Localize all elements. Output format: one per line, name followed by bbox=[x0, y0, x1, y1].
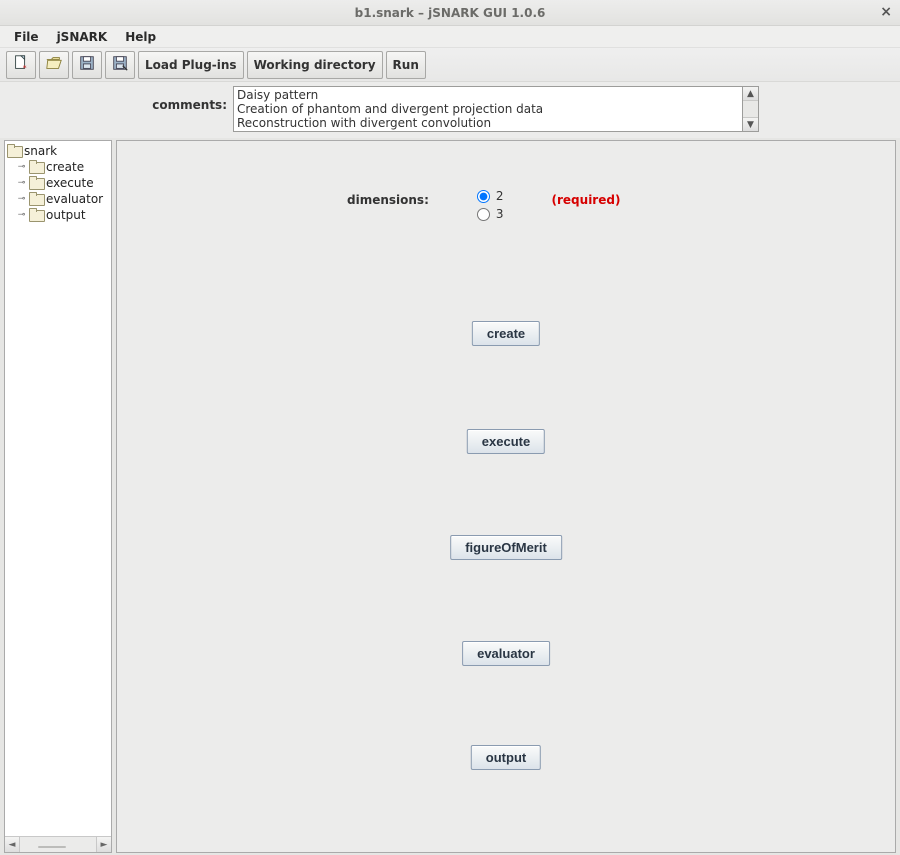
workspace: snark ⊸ create ⊸ execute ⊸ evaluator ⊸ o… bbox=[0, 138, 900, 855]
comments-line: Daisy pattern bbox=[237, 88, 739, 102]
menu-jsnark[interactable]: jSNARK bbox=[49, 28, 116, 46]
floppy-disk-as-icon bbox=[111, 54, 129, 75]
save-as-button[interactable] bbox=[105, 51, 135, 79]
output-button[interactable]: output bbox=[471, 745, 541, 770]
tree-node-create[interactable]: ⊸ create bbox=[7, 159, 109, 175]
tree-toggle-icon[interactable]: ⊸ bbox=[17, 179, 26, 188]
toolbar: * Load Plug-ins Working directory Run bbox=[0, 48, 900, 82]
scroll-down-icon[interactable]: ▼ bbox=[743, 117, 758, 131]
menubar: File jSNARK Help bbox=[0, 26, 900, 48]
run-button[interactable]: Run bbox=[386, 51, 426, 79]
scroll-right-icon[interactable]: ► bbox=[96, 837, 111, 852]
open-folder-icon bbox=[45, 54, 63, 75]
open-file-button[interactable] bbox=[39, 51, 69, 79]
scroll-up-icon[interactable]: ▲ bbox=[743, 87, 758, 101]
tree-node-label: create bbox=[46, 160, 84, 174]
folder-icon bbox=[29, 209, 43, 221]
folder-icon bbox=[29, 177, 43, 189]
folder-icon bbox=[29, 193, 43, 205]
dimensions-radio-3[interactable]: 3 bbox=[477, 207, 504, 221]
dimensions-group: dimensions: 2 3 (required) bbox=[347, 189, 620, 221]
tree-body: snark ⊸ create ⊸ execute ⊸ evaluator ⊸ o… bbox=[5, 141, 111, 836]
window-title: b1.snark – jSNARK GUI 1.0.6 bbox=[355, 6, 546, 20]
folder-icon bbox=[7, 145, 21, 157]
tree-node-label: evaluator bbox=[46, 192, 103, 206]
tree-toggle-icon[interactable]: ⊸ bbox=[17, 195, 26, 204]
working-directory-button[interactable]: Working directory bbox=[247, 51, 383, 79]
tree-node-label: execute bbox=[46, 176, 94, 190]
comments-row: comments: Daisy pattern Creation of phan… bbox=[0, 82, 900, 138]
radio-label: 2 bbox=[496, 189, 504, 203]
window-close-icon[interactable]: × bbox=[880, 4, 892, 20]
scroll-thumb[interactable] bbox=[38, 846, 66, 848]
window-titlebar: b1.snark – jSNARK GUI 1.0.6 × bbox=[0, 0, 900, 26]
folder-icon bbox=[29, 161, 43, 173]
radio-label: 3 bbox=[496, 207, 504, 221]
dimensions-radio-group: 2 3 bbox=[477, 189, 504, 221]
save-button[interactable] bbox=[72, 51, 102, 79]
required-label: (required) bbox=[552, 189, 621, 207]
menu-help[interactable]: Help bbox=[117, 28, 164, 46]
menu-file[interactable]: File bbox=[6, 28, 47, 46]
tree-toggle-icon[interactable]: ⊸ bbox=[17, 211, 26, 220]
execute-button[interactable]: execute bbox=[467, 429, 545, 454]
comments-line: Reconstruction with divergent convolutio… bbox=[237, 116, 739, 130]
tree-panel: snark ⊸ create ⊸ execute ⊸ evaluator ⊸ o… bbox=[4, 140, 112, 853]
figure-of-merit-button[interactable]: figureOfMerit bbox=[450, 535, 562, 560]
comments-label: comments: bbox=[8, 86, 233, 112]
evaluator-button[interactable]: evaluator bbox=[462, 641, 550, 666]
radio-input[interactable] bbox=[477, 190, 490, 203]
comments-textarea[interactable]: Daisy pattern Creation of phantom and di… bbox=[233, 86, 743, 132]
floppy-disk-icon bbox=[78, 54, 96, 75]
radio-input[interactable] bbox=[477, 208, 490, 221]
new-file-button[interactable]: * bbox=[6, 51, 36, 79]
tree-node-label: output bbox=[46, 208, 86, 222]
new-file-icon: * bbox=[12, 54, 30, 75]
tree-node-output[interactable]: ⊸ output bbox=[7, 207, 109, 223]
main-panel: dimensions: 2 3 (required) create execut… bbox=[116, 140, 896, 853]
scroll-left-icon[interactable]: ◄ bbox=[5, 837, 20, 852]
dimensions-radio-2[interactable]: 2 bbox=[477, 189, 504, 203]
dimensions-label: dimensions: bbox=[347, 189, 429, 207]
comments-scrollbar[interactable]: ▲ ▼ bbox=[743, 86, 759, 132]
svg-text:*: * bbox=[23, 63, 27, 72]
tree-node-root[interactable]: snark bbox=[7, 143, 109, 159]
tree-toggle-icon[interactable]: ⊸ bbox=[17, 163, 26, 172]
tree-node-label: snark bbox=[24, 144, 57, 158]
load-plugins-button[interactable]: Load Plug-ins bbox=[138, 51, 244, 79]
comments-line: Creation of phantom and divergent projec… bbox=[237, 102, 739, 116]
tree-node-evaluator[interactable]: ⊸ evaluator bbox=[7, 191, 109, 207]
tree-horizontal-scrollbar[interactable]: ◄ ► bbox=[5, 836, 111, 852]
tree-node-execute[interactable]: ⊸ execute bbox=[7, 175, 109, 191]
create-button[interactable]: create bbox=[472, 321, 540, 346]
